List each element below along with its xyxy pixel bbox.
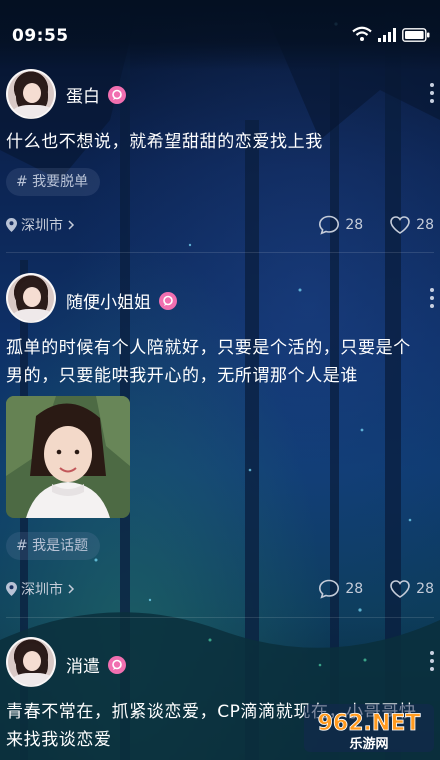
more-options-icon[interactable] xyxy=(428,651,436,671)
watermark-logo: 962.NET 乐游网 xyxy=(304,702,434,754)
avatar[interactable] xyxy=(6,637,56,687)
post-username[interactable]: 消遣 xyxy=(66,652,126,677)
watermark-brand: 962.NET xyxy=(318,711,421,736)
post-card: 消遣 青春不常在，抓紧谈恋爱，CP滴滴就现在，小哥哥快来找我谈恋爱 xyxy=(0,0,440,760)
chat-bubble-icon[interactable] xyxy=(108,655,126,674)
watermark-subtitle: 乐游网 xyxy=(349,736,388,752)
username-label: 消遣 xyxy=(66,657,100,677)
